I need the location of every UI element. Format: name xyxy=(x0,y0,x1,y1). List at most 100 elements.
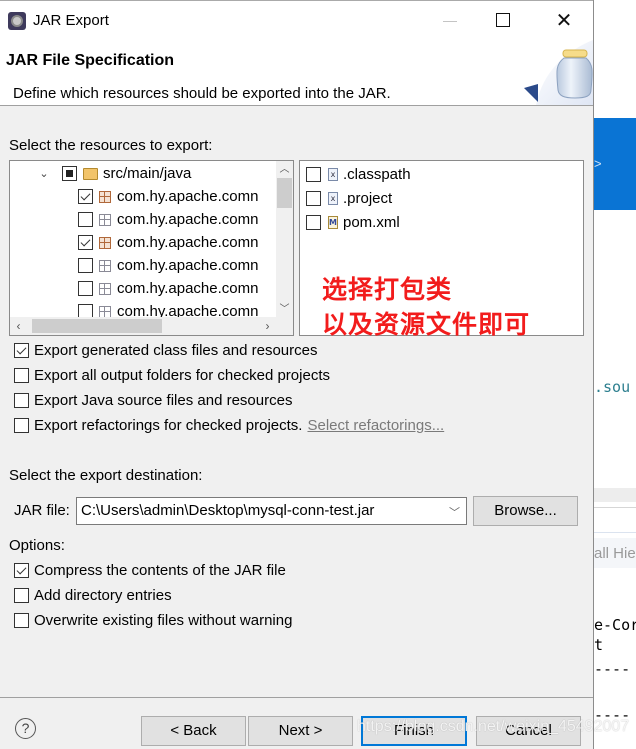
export-output-folders-option[interactable]: Export all output folders for checked pr… xyxy=(14,367,330,384)
background-tab-label: all Hie xyxy=(594,538,636,568)
overwrite-option[interactable]: Overwrite existing files without warning xyxy=(14,612,292,629)
option-label: Export all output folders for checked pr… xyxy=(34,367,330,384)
page-description: Define which resources should be exporte… xyxy=(13,85,391,102)
minimize-button xyxy=(440,9,460,33)
tree-item-label: com.hy.apache.comn xyxy=(117,234,259,251)
select-refactorings-link[interactable]: Select refactorings... xyxy=(307,417,444,434)
tree-item-package[interactable]: com.hy.apache.comn xyxy=(78,208,258,231)
export-class-files-option[interactable]: Export generated class files and resourc… xyxy=(14,342,317,359)
back-button[interactable]: < Back xyxy=(141,716,246,746)
eclipse-app-icon xyxy=(8,12,26,30)
tree-vertical-scrollbar[interactable]: ︿ ﹀ xyxy=(276,161,293,318)
annotation-line-1: 选择打包类 xyxy=(322,275,453,304)
package-icon xyxy=(99,282,111,295)
scroll-down-icon[interactable]: ﹀ xyxy=(276,301,293,318)
jar-file-label: JAR file: xyxy=(14,502,70,519)
background-console-text: e-Cor t xyxy=(594,616,636,654)
package-icon xyxy=(99,190,111,203)
scroll-right-icon[interactable]: › xyxy=(259,317,276,335)
background-dashes: ---- xyxy=(594,660,631,678)
scroll-left-icon[interactable]: ‹ xyxy=(10,317,27,335)
tree-checkbox[interactable] xyxy=(78,189,93,204)
help-icon[interactable]: ? xyxy=(15,718,36,739)
tree-item-package[interactable]: com.hy.apache.comn xyxy=(78,185,258,208)
next-button[interactable]: Next > xyxy=(248,716,353,746)
file-checkbox[interactable] xyxy=(306,167,321,182)
tree-item-src-main-java[interactable]: ⌄ src/main/java xyxy=(38,162,191,185)
chevron-down-icon[interactable]: ﹀ xyxy=(449,504,460,520)
checkbox[interactable] xyxy=(14,343,29,358)
tree-checkbox[interactable] xyxy=(78,281,93,296)
compress-option[interactable]: Compress the contents of the JAR file xyxy=(14,562,286,579)
file-item-classpath[interactable]: x .classpath xyxy=(306,163,411,186)
scrollbar-thumb[interactable] xyxy=(277,178,292,208)
destination-label: Select the export destination: xyxy=(9,467,203,484)
checkbox[interactable] xyxy=(14,393,29,408)
tree-checkbox[interactable] xyxy=(62,166,77,181)
tree-checkbox[interactable] xyxy=(78,258,93,273)
option-label: Export generated class files and resourc… xyxy=(34,342,318,359)
option-label: Compress the contents of the JAR file xyxy=(34,562,286,579)
wizard-header: JAR File Specification Define which reso… xyxy=(0,40,593,106)
title-bar[interactable]: JAR Export ✕ xyxy=(0,0,593,40)
tree-checkbox[interactable] xyxy=(78,235,93,250)
tree-item-label: com.hy.apache.comn xyxy=(117,280,259,297)
xml-file-icon: x xyxy=(328,192,338,205)
file-item-project[interactable]: x .project xyxy=(306,187,392,210)
window-title: JAR Export xyxy=(33,12,109,29)
annotation-line-2: 以及资源文件即可 xyxy=(322,310,531,339)
file-checkbox[interactable] xyxy=(306,191,321,206)
option-label: Overwrite existing files without warning xyxy=(34,612,293,629)
tree-checkbox[interactable] xyxy=(78,212,93,227)
option-label: Add directory entries xyxy=(34,587,172,604)
jar-banner-icon xyxy=(524,40,593,105)
scroll-up-icon[interactable]: ︿ xyxy=(276,161,293,178)
maximize-button[interactable] xyxy=(496,13,510,27)
tree-item-package[interactable]: com.hy.apache.comn xyxy=(78,254,258,277)
file-item-label: pom.xml xyxy=(343,214,400,231)
background-app: > .sou all Hie e-Cor t ---- ---- xyxy=(594,0,636,749)
tree-item-label: com.hy.apache.comn xyxy=(117,211,259,228)
tree-item-package[interactable]: com.hy.apache.comn xyxy=(78,277,258,300)
checkbox[interactable] xyxy=(14,418,29,433)
background-field xyxy=(594,507,636,533)
background-code-text: .sou xyxy=(594,378,631,396)
package-icon xyxy=(99,305,111,318)
package-icon xyxy=(99,259,111,272)
tree-item-package[interactable]: com.hy.apache.comn xyxy=(78,231,258,254)
scrollbar-thumb[interactable] xyxy=(32,319,162,333)
background-toolbar xyxy=(594,488,636,502)
footer-separator xyxy=(0,697,593,698)
checkbox[interactable] xyxy=(14,563,29,578)
cancel-button[interactable]: Cancel xyxy=(476,716,581,746)
options-label: Options: xyxy=(9,537,65,554)
close-button[interactable]: ✕ xyxy=(552,7,576,35)
directory-entries-option[interactable]: Add directory entries xyxy=(14,587,172,604)
file-item-label: .project xyxy=(343,190,393,207)
jar-file-value[interactable]: C:\Users\admin\Desktop\mysql-conn-test.j… xyxy=(81,502,374,519)
jar-export-dialog: JAR Export ✕ JAR File Specification Defi… xyxy=(0,0,594,749)
option-label: Export Java source files and resources xyxy=(34,392,293,409)
tree-item-label: com.hy.apache.comn xyxy=(117,257,259,274)
chevron-right-icon: > xyxy=(594,156,602,171)
maven-file-icon: M xyxy=(328,216,338,229)
checkbox[interactable] xyxy=(14,368,29,383)
package-icon xyxy=(99,213,111,226)
file-checkbox[interactable] xyxy=(306,215,321,230)
package-icon xyxy=(99,236,111,249)
tree-horizontal-scrollbar[interactable]: ‹ › xyxy=(10,317,293,335)
checkbox[interactable] xyxy=(14,613,29,628)
page-title: JAR File Specification xyxy=(6,52,175,69)
finish-button[interactable]: Finish xyxy=(361,716,467,746)
xml-file-icon: x xyxy=(328,168,338,181)
resource-tree[interactable]: ⌄ src/main/java com.hy.apache.comn com.h… xyxy=(9,160,294,336)
chevron-down-icon[interactable]: ⌄ xyxy=(38,167,50,180)
export-java-source-option[interactable]: Export Java source files and resources xyxy=(14,392,292,409)
checkbox[interactable] xyxy=(14,588,29,603)
jar-file-combobox[interactable]: C:\Users\admin\Desktop\mysql-conn-test.j… xyxy=(76,497,467,525)
option-label: Export refactorings for checked projects… xyxy=(34,417,303,434)
file-item-pom[interactable]: M pom.xml xyxy=(306,211,400,234)
background-dashes: ---- xyxy=(594,706,631,724)
browse-button[interactable]: Browse... xyxy=(473,496,578,526)
export-refactorings-option[interactable]: Export refactorings for checked projects… xyxy=(14,417,444,434)
